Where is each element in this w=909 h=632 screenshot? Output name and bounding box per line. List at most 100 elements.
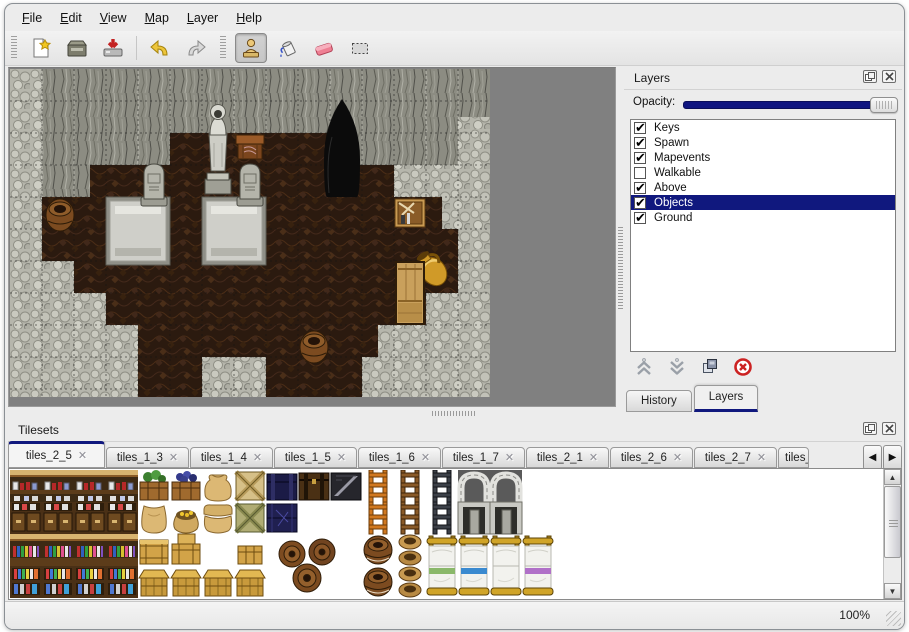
layer-visibility-checkbox[interactable]: ✔ [634, 197, 646, 209]
tileset-tab-tiles_1_7[interactable]: tiles_1_7✕ [442, 447, 525, 468]
tileset-tile-crate-stack [172, 534, 200, 564]
layer-row-above[interactable]: ✔Above [631, 180, 895, 195]
tileset-tab-tiles[interactable]: tiles_ [778, 447, 809, 468]
panel-tab-history[interactable]: History [626, 390, 692, 412]
tileset-tile-barrel-round [364, 568, 392, 596]
close-tab-icon[interactable]: ✕ [253, 451, 262, 464]
layer-visibility-checkbox[interactable]: ✔ [634, 122, 646, 134]
layer-visibility-checkbox[interactable]: ✔ [634, 152, 646, 164]
new-file-button[interactable] [26, 34, 56, 62]
tileset-tile-sack-gold [174, 510, 199, 533]
layer-row-keys[interactable]: ✔Keys [631, 120, 895, 135]
layer-row-spawn[interactable]: ✔Spawn [631, 135, 895, 150]
layer-row-ground[interactable]: ✔ Ground [631, 210, 895, 225]
map-viewport[interactable] [8, 67, 616, 407]
close-tab-icon[interactable]: ✕ [337, 451, 346, 464]
opacity-slider[interactable] [683, 101, 897, 109]
splitter-handle-icon[interactable] [432, 411, 476, 416]
status-bar: 100% [5, 601, 904, 629]
tileset-tile-barrel-round [364, 536, 392, 564]
scroll-tabs-left-button[interactable]: ◀ [863, 445, 882, 470]
tileset-tab-tiles_2_7[interactable]: tiles_2_7✕ [694, 447, 777, 468]
tileset-tab-tiles_2_6[interactable]: tiles_2_6✕ [610, 447, 693, 468]
map-canvas[interactable] [10, 69, 490, 397]
resize-grip[interactable] [886, 611, 901, 626]
layers-dock: Layers Opacity: ✔Keys✔Spawn✔MapeventsWal… [624, 66, 902, 412]
tileset-tile-ladder-orange [369, 470, 387, 502]
layer-name: Objects [654, 197, 693, 209]
horizontal-splitter[interactable] [8, 408, 624, 418]
move-layer-up-button[interactable] [632, 355, 656, 379]
tileset-tile-ladder-brown [401, 502, 419, 534]
layer-visibility-checkbox[interactable]: ✔ [634, 212, 646, 224]
menu-layer[interactable]: Layer [178, 8, 227, 28]
menu-help[interactable]: Help [227, 8, 271, 28]
undo-button[interactable] [145, 34, 175, 62]
tileset-canvas[interactable] [10, 470, 554, 598]
close-tab-icon[interactable]: ✕ [757, 451, 766, 464]
tileset-tab-tiles_2_5[interactable]: tiles_2_5✕ [8, 441, 105, 468]
menu-edit[interactable]: Edit [51, 8, 91, 28]
layer-name: Ground [654, 212, 692, 224]
stamp-tool-button[interactable] [235, 33, 267, 63]
tileset-tile-bed-foot-white [491, 566, 521, 595]
close-dock-button[interactable] [882, 422, 896, 435]
float-dock-button[interactable] [863, 422, 877, 435]
toolbar-drag-handle[interactable] [11, 36, 17, 60]
duplicate-layer-button[interactable] [698, 355, 722, 379]
close-tab-icon[interactable]: ✕ [78, 449, 87, 462]
open-file-button[interactable] [62, 34, 92, 62]
tileset-tab-tiles_2_1[interactable]: tiles_2_1✕ [526, 447, 609, 468]
close-dock-button[interactable] [882, 70, 896, 83]
scroll-down-button[interactable]: ▼ [884, 583, 901, 599]
tileset-tab-tiles_1_4[interactable]: tiles_1_4✕ [190, 447, 273, 468]
map-object-tool-crate [395, 199, 425, 227]
tileset-tile-pots [399, 535, 421, 565]
main-area: Layers Opacity: ✔Keys✔Spawn✔MapeventsWal… [5, 66, 904, 408]
tileset-tile-sack [142, 506, 167, 533]
select-tool-icon [348, 36, 372, 60]
fill-tool-button[interactable] [273, 34, 303, 62]
layer-row-mapevents[interactable]: ✔Mapevents [631, 150, 895, 165]
opacity-slider-handle[interactable] [870, 97, 898, 113]
redo-button[interactable] [181, 34, 211, 62]
layer-action-buttons [632, 355, 755, 379]
float-dock-button[interactable] [863, 70, 877, 83]
scroll-tabs-right-button[interactable]: ▶ [883, 445, 902, 470]
tileset-tile-crate-grapes [172, 471, 200, 500]
layer-visibility-checkbox[interactable] [634, 167, 646, 179]
map-object-tombstone [237, 164, 263, 206]
select-tool-button[interactable] [345, 34, 375, 62]
layer-visibility-checkbox[interactable]: ✔ [634, 182, 646, 194]
delete-layer-button[interactable] [731, 355, 755, 379]
layer-visibility-checkbox[interactable]: ✔ [634, 137, 646, 149]
tileset-view[interactable]: ▲ ▼ [8, 468, 902, 600]
close-tab-icon[interactable]: ✕ [505, 451, 514, 464]
save-file-button[interactable] [98, 34, 128, 62]
menu-map[interactable]: Map [136, 8, 178, 28]
close-tab-icon[interactable]: ✕ [673, 451, 682, 464]
tileset-tab-tiles_1_3[interactable]: tiles_1_3✕ [106, 447, 189, 468]
panel-tab-layers[interactable]: Layers [694, 385, 759, 412]
layer-row-walkable[interactable]: Walkable [631, 165, 895, 180]
scroll-up-button[interactable]: ▲ [884, 469, 901, 485]
splitter-handle-icon[interactable] [618, 227, 623, 311]
eraser-tool-button[interactable] [309, 34, 339, 62]
menu-view[interactable]: View [91, 8, 136, 28]
vertical-splitter[interactable] [617, 67, 624, 407]
tileset-tab-tiles_1_5[interactable]: tiles_1_5✕ [274, 447, 357, 468]
move-layer-down-icon [667, 357, 687, 377]
tileset-tile-chest-straps [299, 473, 329, 500]
move-layer-down-button[interactable] [665, 355, 689, 379]
close-tab-icon[interactable]: ✕ [169, 451, 178, 464]
tileset-tab-tiles_1_6[interactable]: tiles_1_6✕ [358, 447, 441, 468]
toolbar-drag-handle[interactable] [220, 36, 226, 60]
scrollbar-thumb[interactable] [884, 486, 901, 558]
tileset-tile-sack-stack [204, 505, 232, 533]
close-tab-icon[interactable]: ✕ [589, 451, 598, 464]
menu-file[interactable]: File [13, 8, 51, 28]
close-tab-icon[interactable]: ✕ [421, 451, 430, 464]
layer-row-objects[interactable]: ✔ Objects [631, 195, 895, 210]
tileset-tile-ladder-dark [433, 502, 451, 534]
tileset-tile-bed-foot-blue [459, 566, 489, 595]
